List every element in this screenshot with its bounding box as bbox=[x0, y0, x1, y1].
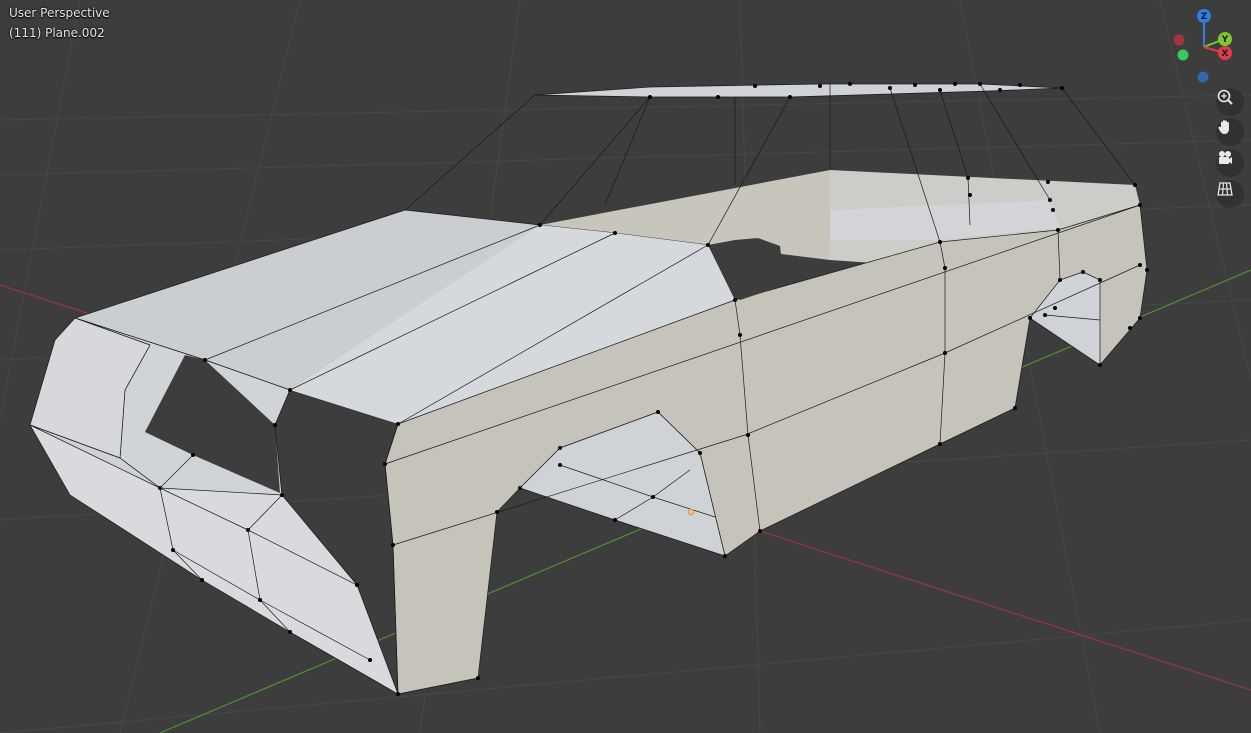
gizmo-x-label: X bbox=[1222, 49, 1229, 59]
zoom-button[interactable] bbox=[1216, 88, 1244, 116]
gizmo-z-label: Z bbox=[1201, 12, 1208, 22]
grid-icon bbox=[1217, 182, 1233, 196]
gizmo-neg-y[interactable] bbox=[1177, 49, 1189, 61]
gizmo-y-label: Y bbox=[1221, 35, 1229, 45]
gizmo-x-axis[interactable]: X bbox=[1218, 46, 1232, 60]
gizmo-z-axis[interactable]: Z bbox=[1197, 9, 1211, 23]
navigation-gizmo[interactable]: Z Y X bbox=[1166, 6, 1246, 86]
hand-icon bbox=[1218, 120, 1229, 134]
pan-button[interactable] bbox=[1216, 118, 1244, 146]
gizmo-neg-z[interactable] bbox=[1197, 71, 1209, 83]
view-name-label: User Perspective bbox=[9, 6, 110, 20]
gizmo-neg-x[interactable] bbox=[1173, 34, 1185, 46]
gizmo-y-axis[interactable]: Y bbox=[1218, 32, 1232, 46]
object-info-label: (111) Plane.002 bbox=[9, 26, 105, 40]
viewport-canvas[interactable] bbox=[0, 0, 1251, 733]
zoom-icon bbox=[1217, 89, 1233, 105]
grid-view-button[interactable] bbox=[1216, 180, 1244, 208]
camera-button[interactable] bbox=[1216, 149, 1244, 177]
camera-icon bbox=[1219, 151, 1232, 164]
3d-viewport[interactable]: User Perspective (111) Plane.002 Z Y X bbox=[0, 0, 1251, 733]
